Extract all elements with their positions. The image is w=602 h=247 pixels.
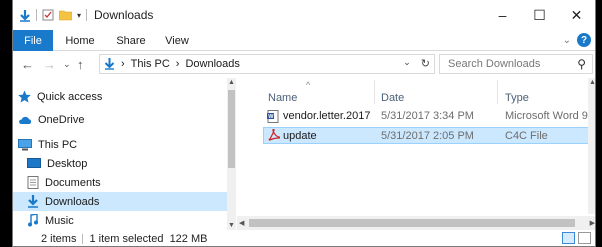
ribbon-tabs: File Home Share View ⌄ ?	[13, 30, 595, 51]
scroll-up-icon[interactable]: ▲	[589, 79, 595, 86]
sidebar-item-onedrive[interactable]: OneDrive	[13, 110, 227, 129]
close-button[interactable]: ✕	[558, 0, 595, 30]
sort-ascending-icon: ^	[306, 80, 311, 90]
download-arrow-icon	[20, 9, 30, 22]
address-bar[interactable]: › This PC › Downloads ⌄ ↻	[99, 54, 435, 74]
address-dropdown-icon[interactable]: ⌄	[403, 57, 411, 70]
ribbon-right: ⌄ ?	[563, 33, 591, 47]
file-name: update	[283, 130, 317, 142]
file-list-horizontal-scrollbar[interactable]: ◀ ▶	[237, 216, 595, 230]
properties-icon[interactable]	[42, 9, 54, 21]
tab-view[interactable]: View	[157, 30, 197, 51]
column-divider[interactable]	[497, 80, 498, 104]
view-switcher	[562, 232, 591, 244]
sidebar-item-label: Quick access	[37, 90, 103, 103]
scrollbar-thumb[interactable]	[249, 219, 575, 227]
table-row[interactable]: W vendor.letter.2017 5/31/2017 3:34 PM M…	[263, 108, 593, 125]
details-view-button[interactable]	[562, 232, 575, 244]
toolbar-divider	[36, 9, 37, 21]
table-row-selected[interactable]: update 5/31/2017 2:05 PM C4C File	[263, 127, 593, 144]
sidebar-item-label: Desktop	[47, 157, 88, 170]
downloads-location-icon	[104, 58, 115, 70]
scrollbar-thumb[interactable]	[228, 90, 235, 168]
recent-locations-button[interactable]: ⌄	[63, 59, 71, 70]
selection-info: 1 item selected 122 MB	[89, 232, 208, 245]
scroll-up-icon[interactable]: ▲	[228, 79, 235, 86]
sidebar-item-this-pc[interactable]: This PC	[13, 135, 227, 154]
large-icons-view-button[interactable]	[578, 232, 591, 244]
search-placeholder: Search Downloads	[448, 58, 541, 70]
desktop-icon	[27, 158, 41, 168]
window-title: Downloads	[94, 8, 154, 22]
sidebar-item-music[interactable]: Music	[13, 211, 227, 230]
file-date: 5/31/2017 3:34 PM	[381, 110, 474, 122]
computer-icon	[18, 138, 32, 150]
address-actions: ⌄ ↻	[403, 57, 430, 70]
breadcrumb-separator: ›	[175, 58, 180, 70]
file-list: Name ^ Date Type W vendor.letter.2017 5/…	[237, 78, 595, 230]
customize-toolbar-icon[interactable]: ▾	[77, 11, 81, 20]
status-divider	[82, 233, 84, 244]
column-header-date[interactable]: Date	[381, 78, 404, 106]
maximize-button[interactable]: ☐	[521, 0, 558, 30]
minimize-button[interactable]: –	[484, 0, 521, 30]
search-input[interactable]: Search Downloads ⚲	[439, 54, 593, 74]
quick-access-toolbar: ▾ Downloads	[19, 8, 153, 22]
search-icon[interactable]: ⚲	[577, 57, 586, 71]
scroll-down-icon[interactable]: ▼	[228, 222, 235, 229]
sidebar-item-label: OneDrive	[38, 113, 85, 126]
svg-text:W: W	[268, 114, 274, 120]
forward-button[interactable]: →	[43, 57, 56, 72]
file-list-vertical-scrollbar[interactable]: ▲	[588, 78, 595, 214]
file-name: vendor.letter.2017	[283, 110, 371, 122]
column-header-type[interactable]: Type	[505, 78, 529, 106]
sidebar-item-desktop[interactable]: Desktop	[13, 154, 227, 173]
scroll-left-icon[interactable]: ◀	[239, 219, 244, 227]
tab-home[interactable]: Home	[57, 30, 103, 51]
expand-ribbon-icon[interactable]: ⌄	[563, 35, 571, 46]
star-icon	[18, 90, 31, 103]
navigation-pane-scrollbar[interactable]: ▲ ▼	[227, 78, 236, 230]
explorer-window: ▾ Downloads – ☐ ✕ File Home Share View ⌄…	[12, 0, 596, 247]
sidebar-item-quick-access[interactable]: Quick access	[13, 87, 227, 106]
file-type: C4C File	[505, 130, 548, 142]
title-bar: ▾ Downloads – ☐ ✕	[13, 0, 595, 30]
download-icon	[28, 195, 38, 208]
navigation-bar: ← → ⌄ ↑ › This PC › Downloads ⌄ ↻ Search…	[13, 51, 595, 78]
sidebar-item-label: Documents	[45, 176, 101, 189]
word-doc-icon: W	[267, 110, 279, 123]
help-button[interactable]: ?	[577, 33, 591, 47]
toolbar-divider	[86, 9, 88, 21]
new-folder-icon[interactable]	[59, 9, 72, 21]
sidebar-item-documents[interactable]: Documents	[13, 173, 227, 192]
file-date: 5/31/2017 2:05 PM	[381, 130, 474, 142]
status-bar: 2 items 1 item selected 122 MB	[13, 230, 595, 246]
sidebar-item-downloads[interactable]: Downloads	[13, 192, 227, 211]
scroll-right-icon[interactable]: ▶	[590, 219, 595, 227]
breadcrumb-separator: ›	[121, 58, 125, 70]
navigation-pane: Quick access OneDrive This PC Desktop Do…	[13, 78, 236, 230]
window-controls: – ☐ ✕	[484, 0, 595, 30]
documents-icon	[27, 176, 39, 189]
item-count: 2 items	[41, 232, 77, 245]
column-label: Name	[268, 92, 298, 104]
column-divider[interactable]	[374, 80, 375, 104]
music-icon	[28, 214, 38, 227]
breadcrumb-this-pc[interactable]: This PC	[131, 58, 170, 70]
cloud-icon	[19, 116, 32, 124]
pdf-icon	[268, 129, 280, 141]
tab-share[interactable]: Share	[109, 30, 153, 51]
tab-file[interactable]: File	[13, 30, 53, 51]
up-button[interactable]: ↑	[77, 57, 84, 72]
back-button[interactable]: ←	[21, 57, 34, 72]
column-header-name[interactable]: Name ^	[268, 78, 310, 106]
breadcrumb-downloads[interactable]: Downloads	[185, 58, 239, 70]
sidebar-item-label: This PC	[38, 138, 78, 151]
file-type: Microsoft Word 9...	[505, 110, 591, 122]
sidebar-item-label: Music	[45, 214, 74, 227]
sidebar-item-label: Downloads	[45, 195, 100, 208]
refresh-icon[interactable]: ↻	[421, 57, 430, 70]
